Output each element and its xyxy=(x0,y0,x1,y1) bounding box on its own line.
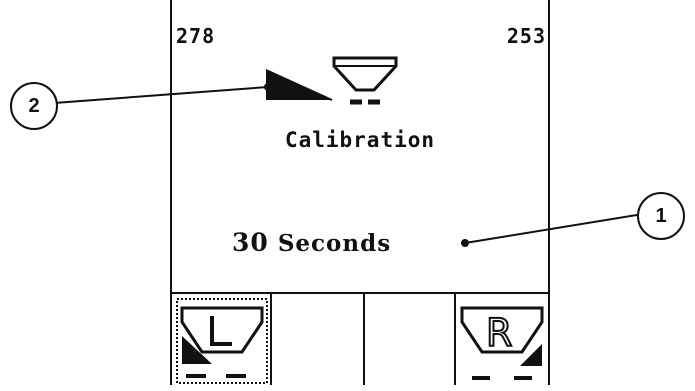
page-title: Calibration xyxy=(284,128,436,152)
callout-2: 2 xyxy=(10,82,58,130)
timer-unit: Seconds xyxy=(277,230,392,257)
right-spreader-softkey[interactable]: R xyxy=(456,294,550,385)
softkey-2[interactable] xyxy=(272,294,365,385)
left-value: 278 xyxy=(176,24,216,48)
svg-text:R: R xyxy=(486,311,512,355)
timer-number: 30 xyxy=(232,228,269,257)
hopper-icon xyxy=(332,56,398,105)
callout-1: 1 xyxy=(637,192,685,240)
terminal-screen: 278 253 Calibration 30 Seconds R xyxy=(170,0,550,385)
left-spreader-softkey[interactable] xyxy=(172,294,272,385)
right-spreader-R-icon: R xyxy=(460,306,544,380)
softkey-bar: R xyxy=(172,292,548,385)
softkey-3[interactable] xyxy=(365,294,456,385)
right-value: 253 xyxy=(506,24,546,48)
timer-readout: 30 Seconds xyxy=(232,228,391,257)
status-icons xyxy=(262,52,412,116)
left-spreader-L-icon xyxy=(176,298,268,384)
